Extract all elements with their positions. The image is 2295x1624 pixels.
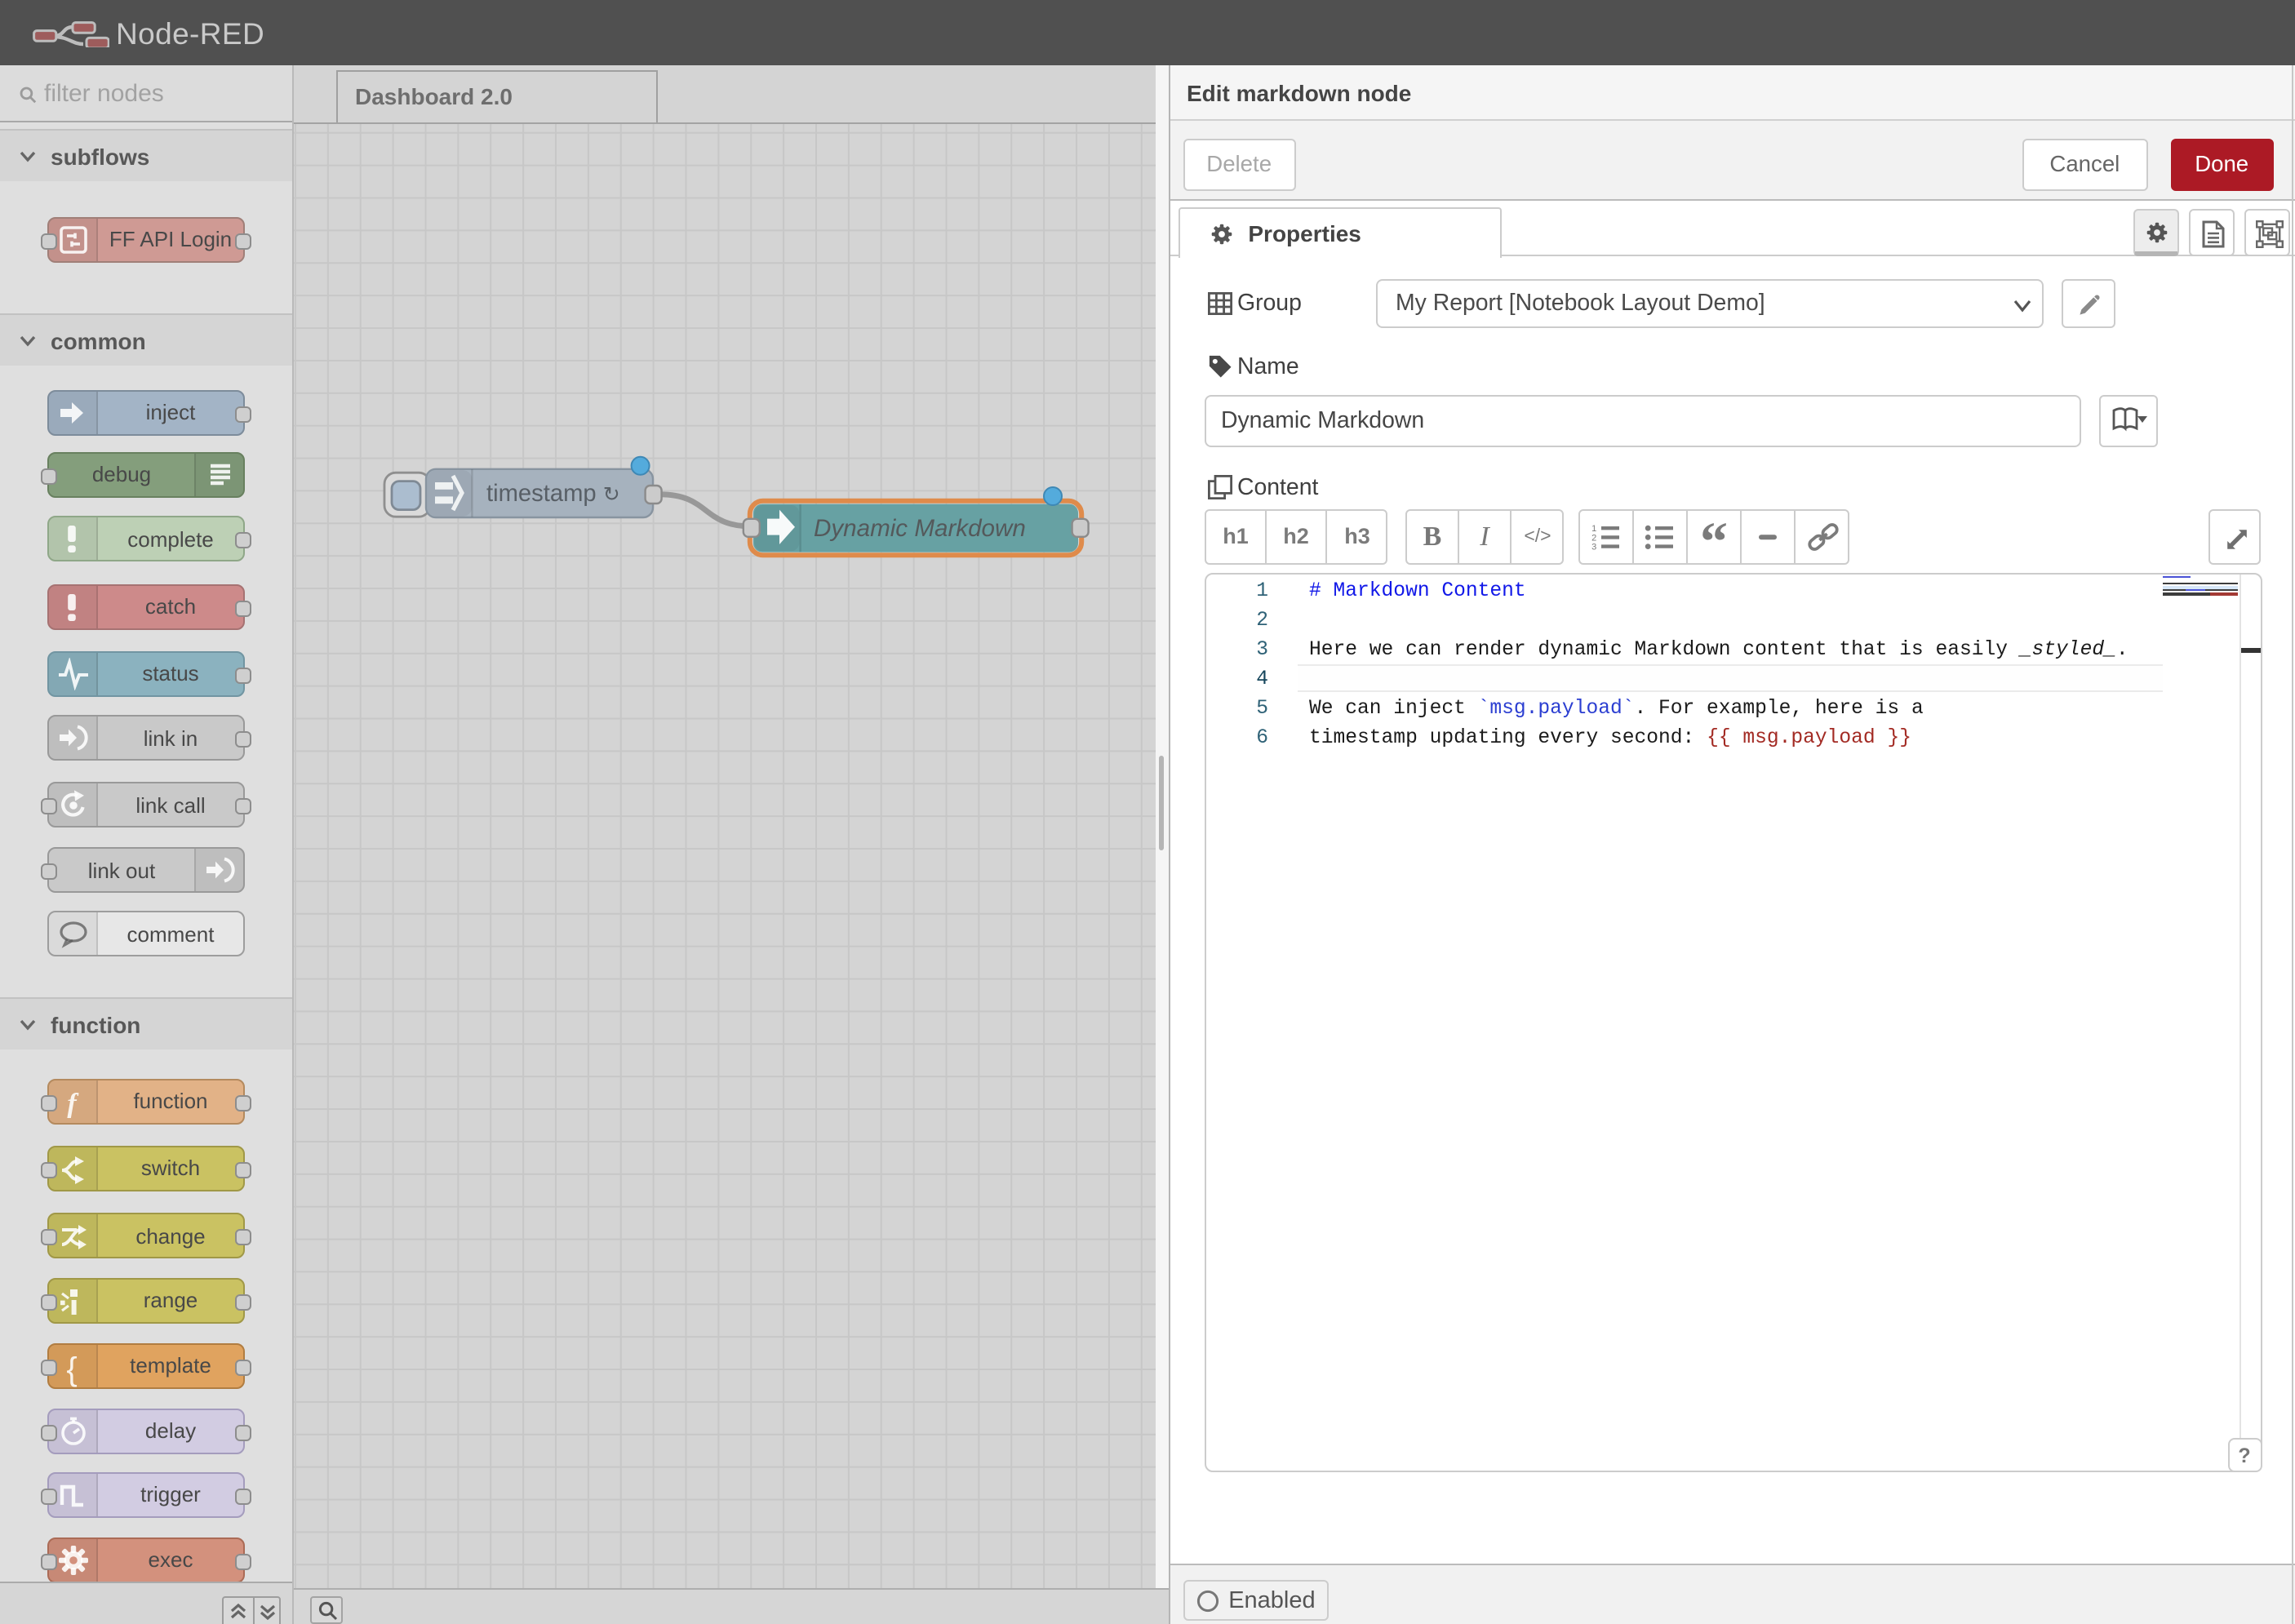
svg-text:Dynamic Markdown: Dynamic Markdown [814, 515, 1026, 542]
svg-text:2: 2 [1591, 534, 1596, 544]
svg-text:timestamp ↻: timestamp ↻ [486, 481, 620, 507]
svg-text:3: 3 [1591, 543, 1596, 552]
svg-text:{: { [66, 1351, 77, 1387]
svg-text:f: f [67, 1088, 79, 1118]
svg-text:“: “ [1700, 521, 1728, 554]
